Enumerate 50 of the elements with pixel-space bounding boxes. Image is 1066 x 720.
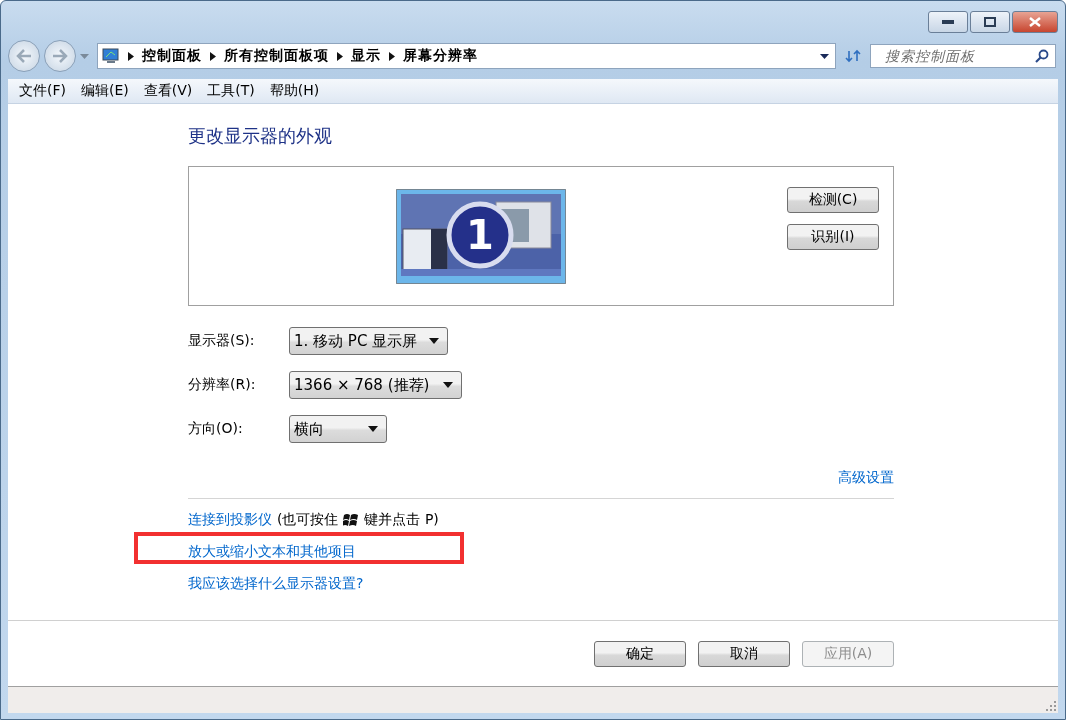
monitor-icon — [102, 48, 120, 64]
page-title: 更改显示器的外观 — [188, 124, 333, 148]
menu-item[interactable]: 工具(T) — [200, 82, 263, 100]
setting-label: 方向(O): — [188, 420, 244, 438]
panel-button[interactable]: 检测(C) — [787, 187, 879, 213]
menu-item[interactable]: 帮助(H) — [262, 82, 328, 100]
caret-icon — [368, 426, 378, 432]
breadcrumb[interactable]: 所有控制面板项 — [224, 47, 329, 65]
setting-dropdown[interactable]: 横向 — [289, 415, 387, 443]
windows-logo-icon — [343, 512, 360, 528]
monitor-drawing[interactable]: 1 — [396, 189, 566, 284]
breadcrumb[interactable]: 屏幕分辨率 — [403, 47, 478, 65]
refresh-icon[interactable] — [845, 49, 861, 63]
minimize-icon — [942, 20, 954, 24]
maximize-icon — [984, 17, 996, 27]
back-arrow-icon — [16, 49, 32, 63]
breadcrumb[interactable]: 显示 — [351, 47, 381, 65]
panel-button[interactable]: 识别(I) — [787, 224, 879, 250]
dropdown-caret-icon[interactable] — [820, 53, 829, 59]
breadcrumb[interactable]: 控制面板 — [142, 47, 202, 65]
chevron-icon — [128, 51, 134, 61]
search-field[interactable]: 搜索控制面板 — [870, 44, 1056, 68]
caret-icon — [443, 382, 453, 388]
setting-dropdown[interactable]: 1. 移动 PC 显示屏 — [289, 327, 449, 355]
forward-arrow-icon — [52, 49, 68, 63]
help-link[interactable]: 我应该选择什么显示器设置? — [188, 575, 364, 591]
maximize-button[interactable] — [970, 11, 1010, 33]
caret-icon — [429, 338, 440, 344]
hint-text: 键并点击 P) — [364, 511, 439, 529]
close-button[interactable] — [1012, 11, 1058, 33]
close-icon — [1029, 17, 1041, 27]
projector-link[interactable]: 连接到投影仪 — [188, 511, 272, 529]
search-icon[interactable] — [1035, 49, 1049, 63]
setting-label: 分辨率(R): — [188, 376, 257, 394]
menu-item[interactable]: 文件(F) — [12, 82, 74, 100]
resize-grip-icon[interactable] — [1045, 700, 1056, 711]
advanced-settings-link[interactable]: 高级设置 — [838, 469, 894, 487]
help-link[interactable]: 放大或缩小文本和其他项目 — [188, 543, 356, 559]
setting-label: 显示器(S): — [188, 332, 256, 350]
setting-dropdown[interactable]: 1366 × 768 (推荐) — [289, 371, 462, 399]
chevron-icon — [389, 51, 395, 61]
dialog-button[interactable]: 确定 — [594, 640, 686, 667]
dialog-button[interactable]: 取消 — [698, 640, 790, 667]
menu-item[interactable]: 编辑(E) — [74, 82, 137, 100]
chevron-icon — [337, 51, 343, 61]
hint-text: (也可按住 — [277, 511, 339, 529]
address-bar[interactable]: 控制面板 所有控制面板项 显示 屏幕分辨率 — [97, 43, 836, 69]
minimize-button[interactable] — [928, 11, 968, 33]
chevron-icon — [210, 51, 216, 61]
menu-item[interactable]: 查看(V) — [136, 82, 201, 100]
